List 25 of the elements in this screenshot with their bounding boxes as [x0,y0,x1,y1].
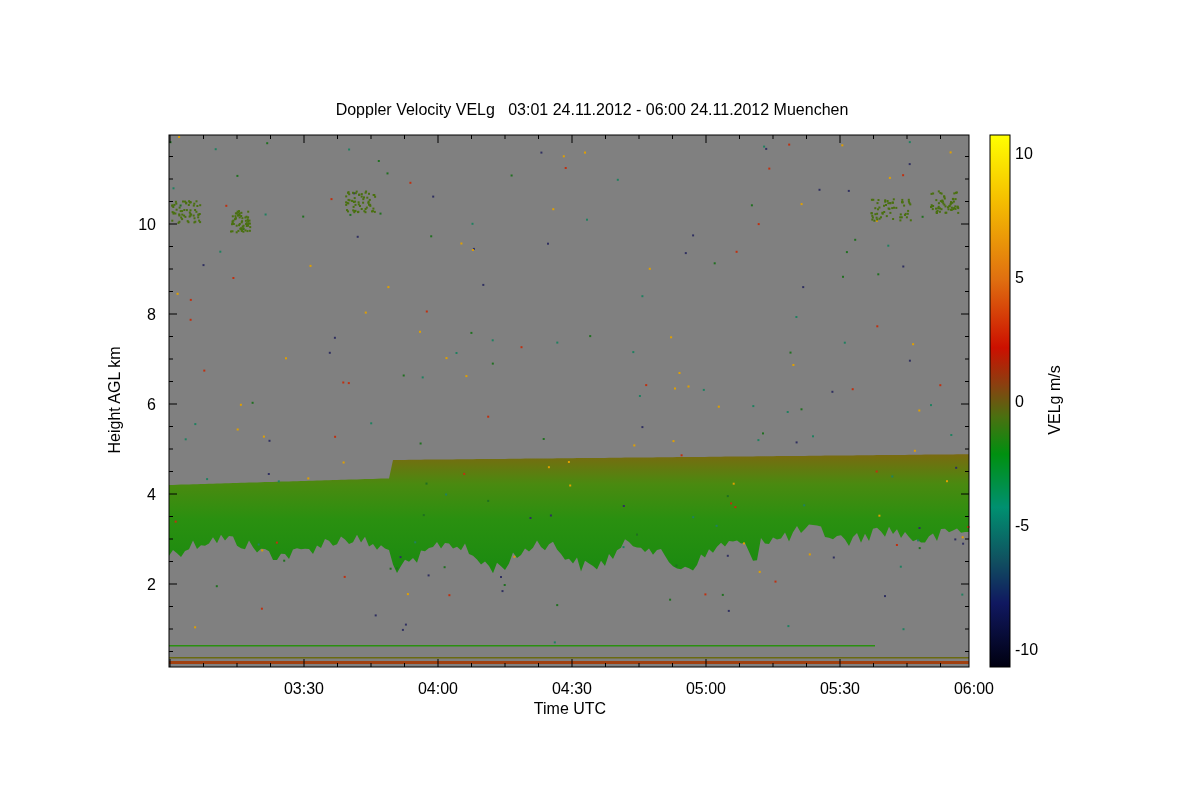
axis-tick-label: 6 [147,396,156,413]
axis-tick-label: 04:30 [552,680,592,697]
cloud-patch [345,190,377,214]
colorbar-tick-label: 0 [1015,393,1024,410]
axis-tick-label: 04:00 [418,680,458,697]
colorbar-tick-label: -10 [1015,641,1039,658]
axis-tick-label: 05:30 [820,680,860,697]
cloud-patch [171,200,202,224]
axis-tick-label: 2 [147,576,156,593]
axis-tick-label: 10 [138,216,156,233]
colorbar-tick-label: -5 [1015,517,1030,534]
chart-title: Doppler Velocity VELg 03:01 24.11.2012 - 06:00 24.11.2012 Muenchen [335,101,849,118]
axis-tick-label: 05:00 [686,680,726,697]
axis-tick-label: 03:30 [284,680,324,697]
axis-tick-label: 4 [147,486,156,503]
x-axis-label: Time UTC [533,700,607,717]
axis-tick-label: 06:00 [954,680,994,697]
cloud-patch [930,190,960,214]
y-axis-label: Height AGL km [106,346,123,454]
colorbar-tick-label: 5 [1015,269,1024,286]
colorbar-label: VELg m/s [1046,365,1063,435]
cloud-patch [870,198,912,222]
cloud-patch [230,210,252,234]
axis-tick-label: 8 [147,306,156,323]
colorbar-tick-label: 10 [1015,145,1033,162]
